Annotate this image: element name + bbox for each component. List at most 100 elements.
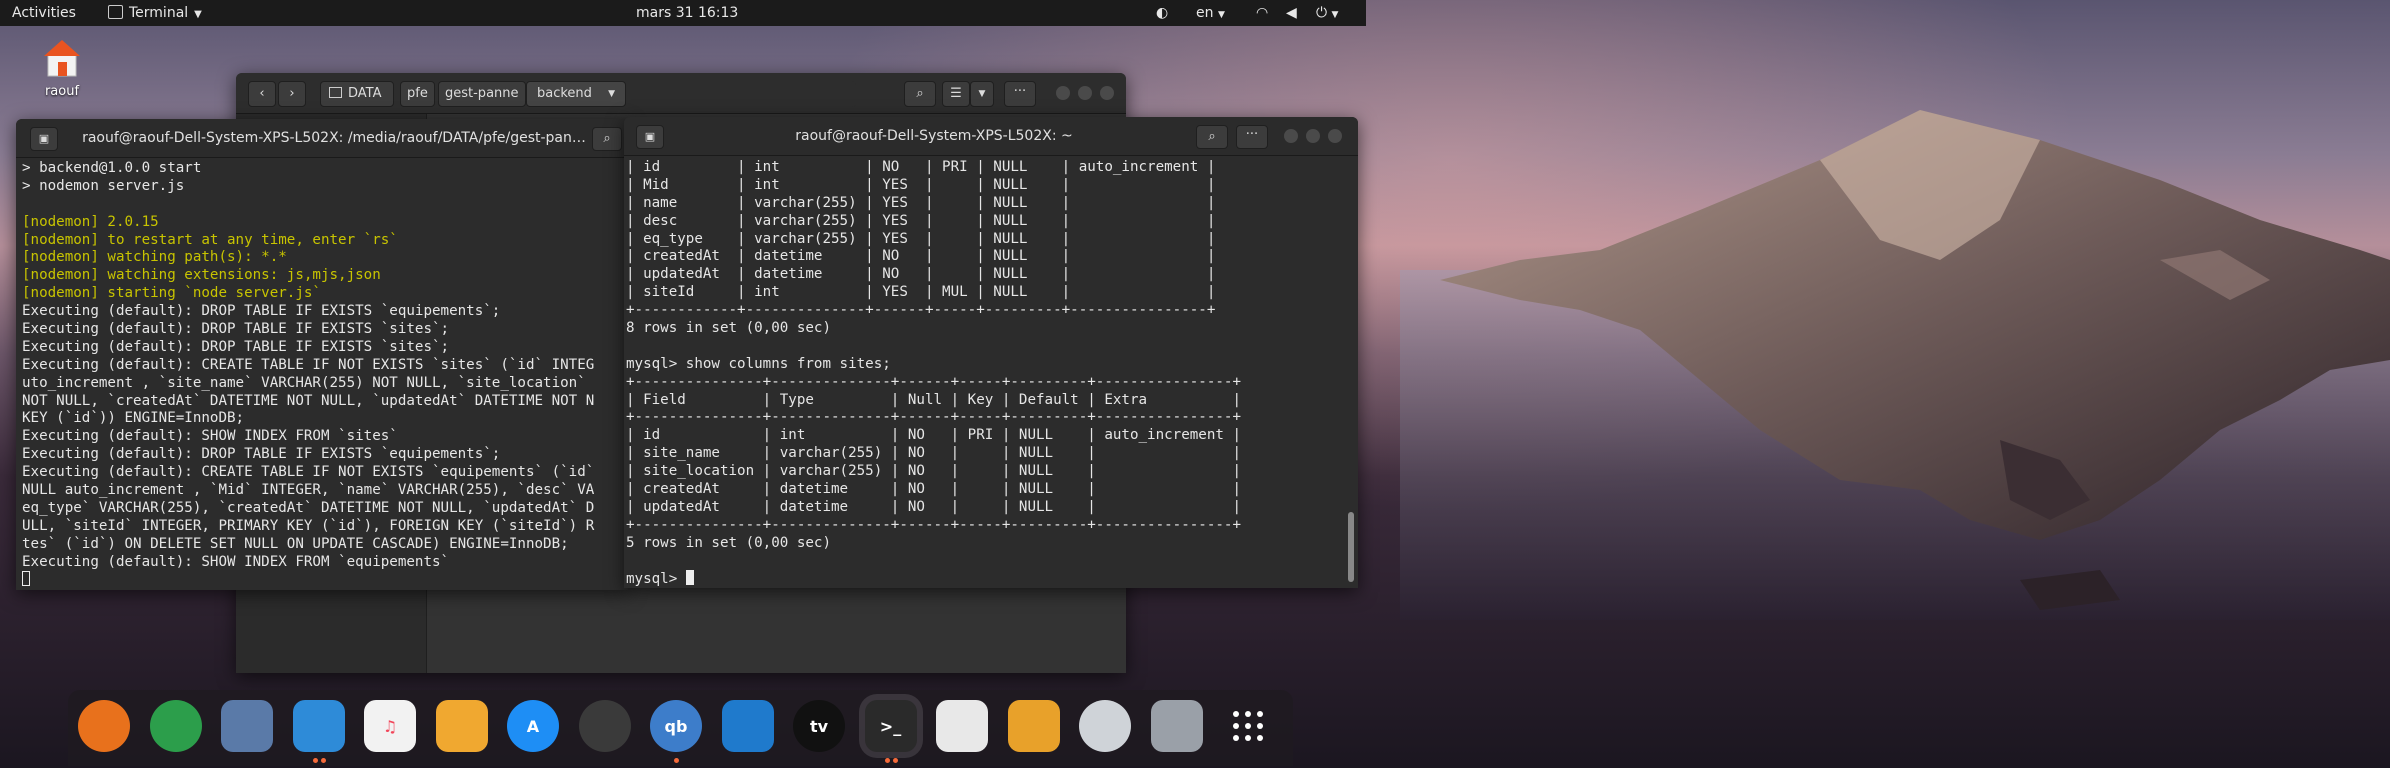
path-segment-pfe[interactable]: pfe (400, 81, 435, 107)
terminal-output[interactable]: > backend@1.0.0 start > nodemon server.js… (16, 158, 628, 590)
drive-icon[interactable] (1007, 700, 1060, 752)
wifi-icon[interactable]: ◠ (1256, 0, 1268, 26)
grid-dot (1245, 711, 1251, 717)
appstore-icon[interactable]: A (507, 700, 559, 752)
running-indicator (674, 758, 679, 763)
terminal-line: KEY (`id`)) ENGINE=InnoDB; (22, 410, 245, 427)
scrollbar[interactable] (1348, 512, 1354, 582)
forward-button[interactable]: › (278, 81, 306, 107)
app-menu-terminal[interactable]: Terminal ▼ (108, 0, 202, 26)
music-icon[interactable]: ♫ (364, 700, 416, 752)
menu-button[interactable]: ··· (1236, 125, 1268, 149)
language-selector[interactable]: en ▼ (1196, 0, 1225, 26)
dock: ♫ Aqb tv >_ (68, 690, 1293, 766)
activities-button[interactable]: Activities (12, 0, 76, 26)
terminal-line: > nodemon server.js (22, 177, 185, 194)
close-button[interactable] (1328, 129, 1342, 143)
clock[interactable]: mars 31 16:13 (636, 0, 738, 26)
appletv-glyph: tv (809, 716, 829, 736)
new-tab-button[interactable]: ▣ (636, 125, 664, 149)
terminal-line: | createdAt | datetime | NO | | NULL | | (626, 248, 1216, 265)
mail-icon[interactable] (221, 700, 273, 752)
terminal-output[interactable]: | id | int | NO | PRI | NULL | auto_incr… (624, 156, 1358, 588)
back-button[interactable]: ‹ (248, 81, 276, 107)
running-indicator (884, 758, 890, 763)
search-icon: ⌕ (603, 131, 611, 146)
terminal-line: uto_increment , `site_name` VARCHAR(255)… (22, 374, 586, 391)
printer-icon[interactable] (1150, 700, 1203, 752)
island-illustration (1400, 110, 2390, 620)
terminal-line: +---------------+--------------+------+-… (626, 516, 1241, 533)
minimize-button[interactable] (1056, 86, 1070, 100)
terminal-line: | Mid | int | YES | | NULL | | (626, 176, 1216, 193)
settings-icon[interactable] (578, 700, 631, 752)
power-icon[interactable]: ⏻ ▼ (1316, 0, 1338, 26)
terminal-line: | eq_type | varchar(255) | YES | | NULL … (626, 230, 1216, 247)
path-bar[interactable]: DATA pfe gest-panne backend ▼ (320, 81, 856, 107)
more-icon: ··· (1013, 84, 1027, 99)
grid-dot (1257, 735, 1263, 741)
terminal-line: [nodemon] starting `node server.js` (22, 285, 321, 302)
pages-icon[interactable] (435, 700, 488, 752)
terminal-window-mysql[interactable]: ▣ raouf@raouf-Dell-System-XPS-L502X: ~ ⌕… (624, 117, 1358, 588)
menu-button[interactable]: ··· (1004, 81, 1036, 107)
night-light-icon[interactable]: ◐ (1156, 0, 1168, 26)
terminal-line: Executing (default): DROP TABLE IF EXIST… (22, 303, 501, 320)
cursor (22, 571, 30, 587)
search-button[interactable]: ⌕ (592, 127, 622, 151)
dvd-icon[interactable] (1079, 700, 1131, 752)
maximize-button[interactable] (1078, 86, 1092, 100)
terminal-line: 5 rows in set (0,00 sec) (626, 534, 831, 551)
search-icon: ⌕ (916, 86, 924, 101)
window-title: raouf@raouf-Dell-System-XPS-L502X: /medi… (82, 130, 586, 146)
path-segment-backend-label: backend (537, 86, 592, 101)
terminal-line: Executing (default): SHOW INDEX FROM `eq… (22, 553, 450, 570)
terminal-line: +------------+--------------+------+----… (626, 302, 1216, 319)
terminal-line: | site_name | varchar(255) | NO | | NULL… (626, 445, 1241, 462)
view-options-button[interactable]: ▼ (970, 81, 994, 107)
terminal-line: Executing (default): CREATE TABLE IF NOT… (22, 356, 595, 373)
vscode-icon[interactable] (721, 700, 774, 752)
terminal-line: [nodemon] to restart at any time, enter … (22, 231, 398, 248)
terminal-line: [nodemon] 2.0.15 (22, 213, 159, 230)
terminal-line: | desc | varchar(255) | YES | | NULL | | (626, 212, 1216, 229)
qbittorrent-icon[interactable]: qb (650, 700, 702, 752)
terminal-line: Executing (default): SHOW INDEX FROM `si… (22, 428, 398, 445)
list-icon: ☰ (950, 86, 962, 101)
drive-path-button[interactable]: DATA (320, 81, 394, 107)
screenshot-icon[interactable] (936, 700, 988, 752)
search-button[interactable]: ⌕ (1196, 125, 1228, 149)
home-folder-desktop-icon[interactable]: raouf (32, 36, 92, 99)
path-segment-gest-panne[interactable]: gest-panne (438, 81, 526, 107)
finder-icon[interactable] (292, 700, 345, 752)
firefox-icon[interactable] (78, 700, 130, 752)
qbittorrent-glyph: qb (664, 716, 688, 736)
chrome-icon[interactable] (149, 700, 202, 752)
running-indicator (320, 758, 326, 763)
terminal-icon[interactable]: >_ (864, 700, 917, 752)
volume-icon[interactable]: ◀ (1286, 0, 1297, 26)
minimize-button[interactable] (1284, 129, 1298, 143)
close-button[interactable] (1100, 86, 1114, 100)
terminal-line: | Field | Type | Null | Key | Default | … (626, 391, 1241, 408)
appletv-icon[interactable]: tv (793, 700, 845, 752)
terminal-tab-icon: ▣ (38, 132, 50, 145)
grid-dot (1245, 735, 1251, 741)
running-indicator (892, 758, 898, 763)
maximize-button[interactable] (1306, 129, 1320, 143)
new-tab-button[interactable]: ▣ (30, 127, 58, 151)
app-grid-icon[interactable] (1222, 700, 1274, 752)
search-button[interactable]: ⌕ (904, 81, 936, 107)
terminal-line: | id | int | NO | PRI | NULL | auto_incr… (626, 159, 1216, 175)
terminal-line: eq_type` VARCHAR(255), `createdAt` DATET… (22, 499, 595, 516)
path-segment-backend[interactable]: backend ▼ (526, 81, 626, 107)
terminal-line: mysql> show columns from sites; (626, 355, 891, 372)
terminal-headerbar: ▣ raouf@raouf-Dell-System-XPS-L502X: ~ ⌕… (624, 117, 1358, 156)
terminal-window-backend[interactable]: ▣ raouf@raouf-Dell-System-XPS-L502X: /me… (16, 119, 628, 590)
path-segment-data: DATA (348, 86, 382, 101)
view-list-button[interactable]: ☰ (942, 81, 970, 107)
terminal-line: NOT NULL, `createdAt` DATETIME NOT NULL,… (22, 392, 595, 409)
home-icon (44, 40, 80, 77)
terminal-line: | updatedAt | datetime | NO | | NULL | | (626, 498, 1241, 515)
